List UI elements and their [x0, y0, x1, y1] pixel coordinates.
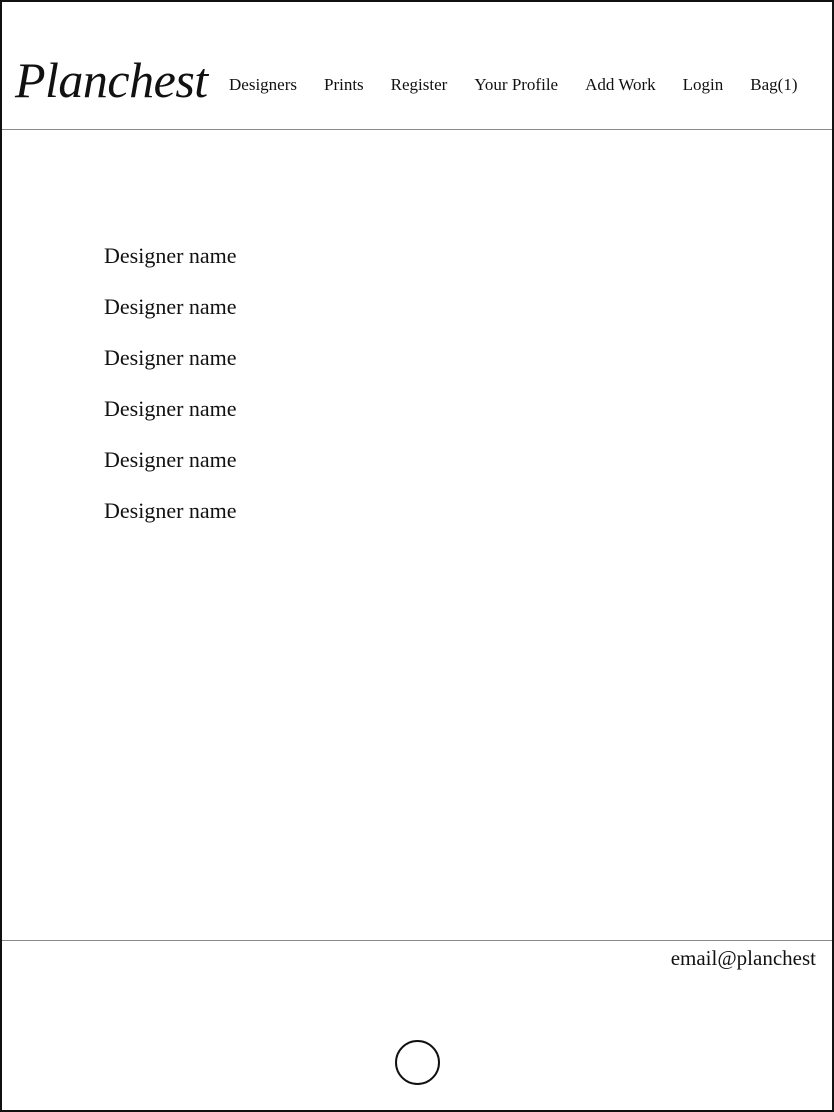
site-header: Planchest Designers Prints Register Your…	[2, 2, 832, 130]
nav-designers[interactable]: Designers	[229, 74, 297, 96]
nav-bag[interactable]: Bag(1)	[750, 74, 797, 96]
designer-list-item[interactable]: Designer name	[104, 394, 237, 445]
designer-list-item[interactable]: Designer name	[104, 292, 237, 343]
nav-your-profile[interactable]: Your Profile	[474, 74, 558, 96]
footer-email[interactable]: email@planchest	[671, 943, 816, 973]
designer-list-item[interactable]: Designer name	[104, 343, 237, 394]
nav-add-work[interactable]: Add Work	[585, 74, 656, 96]
tablet-frame: Planchest Designers Prints Register Your…	[0, 0, 834, 1112]
nav-login[interactable]: Login	[683, 74, 724, 96]
nav-prints[interactable]: Prints	[324, 74, 364, 96]
site-footer: email@planchest	[2, 940, 832, 1111]
main-nav: Designers Prints Register Your Profile A…	[229, 74, 798, 96]
home-button-icon[interactable]	[395, 1040, 440, 1085]
designer-list-item[interactable]: Designer name	[104, 241, 237, 292]
nav-register[interactable]: Register	[391, 74, 448, 96]
designer-list-item[interactable]: Designer name	[104, 496, 237, 547]
designer-list-item[interactable]: Designer name	[104, 445, 237, 496]
designer-list: Designer name Designer name Designer nam…	[104, 241, 237, 547]
site-logo[interactable]: Planchest	[15, 50, 208, 110]
